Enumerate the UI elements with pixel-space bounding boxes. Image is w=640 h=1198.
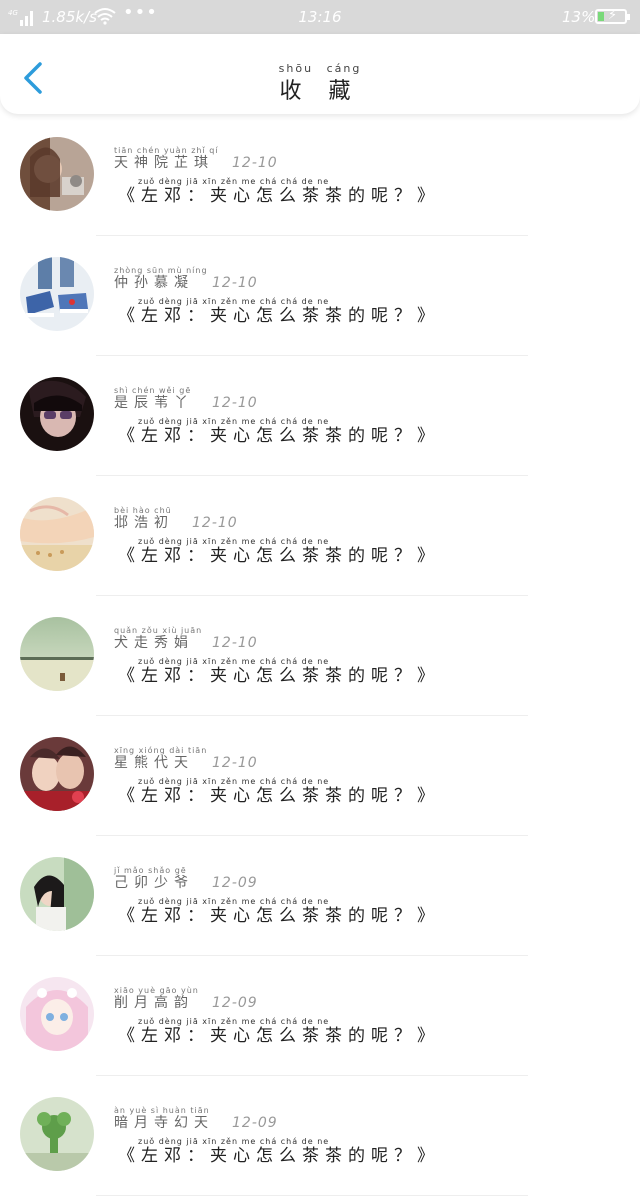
divider — [96, 1195, 528, 1196]
battery-percent: 13% — [562, 8, 596, 26]
list-item[interactable]: bèi hào chū 邶浩初 12-10 zuǒ dèng jiā xīn zě… — [0, 478, 640, 598]
username: 邶浩初 — [114, 515, 174, 531]
avatar[interactable] — [20, 617, 94, 691]
avatar[interactable] — [20, 377, 94, 451]
avatar[interactable] — [20, 497, 94, 571]
list-item[interactable]: xīng xióng dài tiān 星熊代天 12-10 zuǒ dèng j… — [0, 718, 640, 838]
message-text: 《左邓：夹心怎么茶茶的呢？》 — [118, 1146, 440, 1166]
username: 削月高韵 — [114, 995, 194, 1011]
message-text: 《左邓：夹心怎么茶茶的呢？》 — [118, 306, 440, 326]
avatar[interactable] — [20, 1097, 94, 1171]
list-item[interactable]: zhòng sūn mù níng 仲孙慕凝 12-10 zuǒ dèng jiā… — [0, 238, 640, 358]
username: 暗月寺幻天 — [114, 1115, 214, 1131]
list-item[interactable]: àn yuè sì huàn tiān 暗月寺幻天 12-09 zuǒ dèng … — [0, 1078, 640, 1198]
divider — [96, 475, 528, 476]
message-text: 《左邓：夹心怎么茶茶的呢？》 — [118, 1026, 440, 1046]
page-title-group: shōu cáng 收 藏 — [0, 62, 640, 105]
divider — [96, 595, 528, 596]
message-text: 《左邓：夹心怎么茶茶的呢？》 — [118, 786, 440, 806]
list-item[interactable]: jǐ mǎo shǎo gē 己卯少爷 12-09 zuǒ dèng jiā xī… — [0, 838, 640, 958]
username: 天神院芷琪 — [114, 155, 214, 171]
username: 仲孙慕凝 — [114, 275, 194, 291]
avatar[interactable] — [20, 137, 94, 211]
post-date: 12-10 — [212, 275, 258, 291]
avatar[interactable] — [20, 977, 94, 1051]
username: 星熊代天 — [114, 755, 194, 771]
post-date: 12-10 — [212, 755, 258, 771]
battery-fill — [598, 12, 604, 21]
avatar[interactable] — [20, 857, 94, 931]
list-item[interactable]: xiāo yuè gāo yùn 削月高韵 12-09 zuǒ dèng jiā … — [0, 958, 640, 1078]
divider — [96, 715, 528, 716]
post-date: 12-09 — [212, 995, 258, 1011]
status-bar: 4G 1.85k/s ••• 13:16 13% ⚡ — [0, 0, 640, 34]
favorites-list: tiān chén yuàn zhǐ qí 天神院芷琪 12-10 zuǒ dèn… — [0, 118, 640, 1198]
post-date: 12-09 — [212, 875, 258, 891]
post-date: 12-10 — [192, 515, 238, 531]
avatar[interactable] — [20, 257, 94, 331]
message-text: 《左邓：夹心怎么茶茶的呢？》 — [118, 906, 440, 926]
app-header: shōu cáng 收 藏 — [0, 34, 640, 114]
battery-icon: ⚡ — [595, 8, 630, 24]
page-title: 收 藏 — [279, 79, 361, 104]
username: 犬走秀娟 — [114, 635, 194, 651]
list-item[interactable]: shì chén wěi gē 是辰苇丫 12-10 zuǒ dèng jiā x… — [0, 358, 640, 478]
message-text: 《左邓：夹心怎么茶茶的呢？》 — [118, 546, 440, 566]
divider — [96, 355, 528, 356]
avatar[interactable] — [20, 737, 94, 811]
post-date: 12-10 — [232, 155, 278, 171]
list-item[interactable]: quǎn zǒu xiù juān 犬走秀娟 12-10 zuǒ dèng jiā… — [0, 598, 640, 718]
message-text: 《左邓：夹心怎么茶茶的呢？》 — [118, 186, 440, 206]
message-text: 《左邓：夹心怎么茶茶的呢？》 — [118, 666, 440, 686]
clock: 13:16 — [298, 8, 342, 26]
username: 己卯少爷 — [114, 875, 194, 891]
post-date: 12-09 — [232, 1115, 278, 1131]
divider — [96, 835, 528, 836]
charging-bolt-icon: ⚡ — [608, 8, 618, 23]
divider — [96, 1075, 528, 1076]
post-date: 12-10 — [212, 635, 258, 651]
post-date: 12-10 — [212, 395, 258, 411]
list-item[interactable]: tiān chén yuàn zhǐ qí 天神院芷琪 12-10 zuǒ dèn… — [0, 118, 640, 238]
divider — [96, 955, 528, 956]
message-text: 《左邓：夹心怎么茶茶的呢？》 — [118, 426, 440, 446]
username: 是辰苇丫 — [114, 395, 194, 411]
divider — [96, 235, 528, 236]
